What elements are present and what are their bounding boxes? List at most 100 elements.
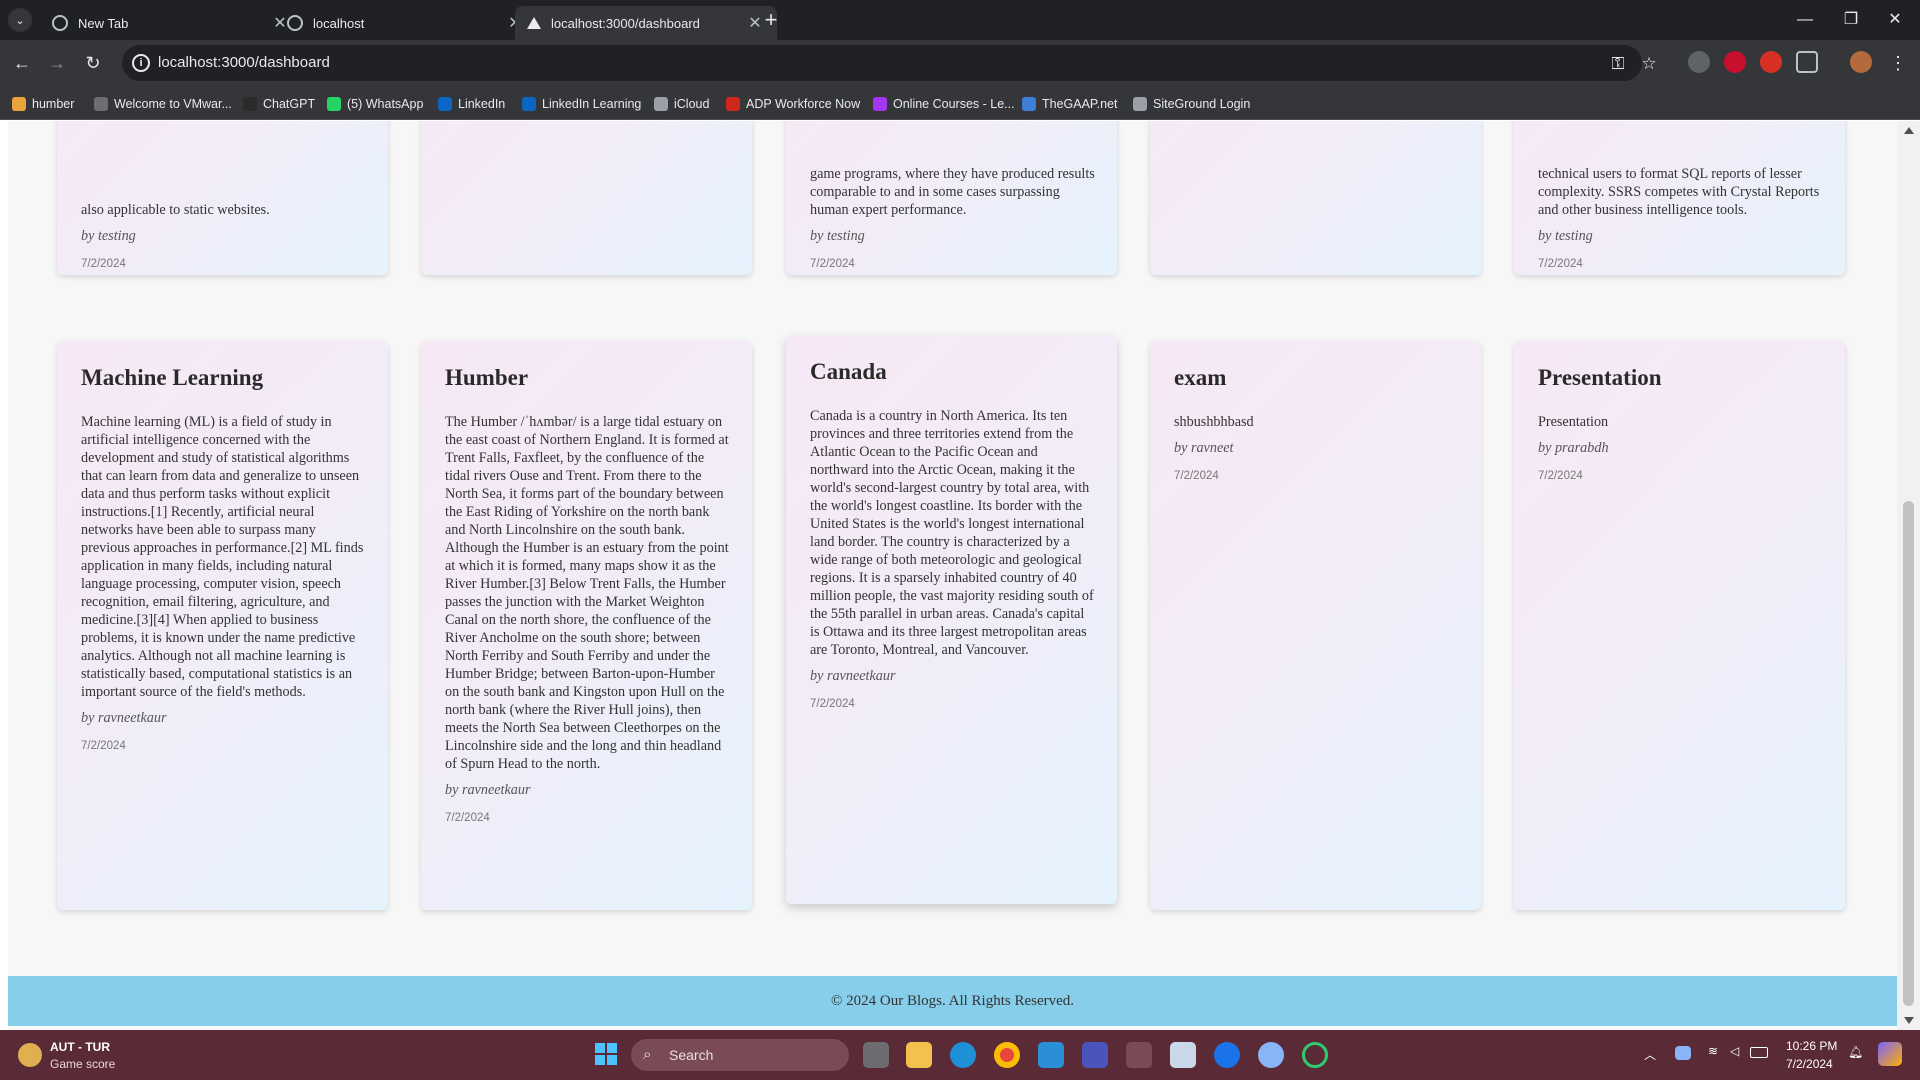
card-content: game programs, where they have produced … (810, 165, 1095, 273)
paint-icon[interactable] (1126, 1042, 1152, 1068)
clock-time[interactable]: 10:26 PM (1786, 1039, 1837, 1053)
edge-icon[interactable] (950, 1042, 976, 1068)
page-footer: © 2024 Our Blogs. All Rights Reserved. (8, 976, 1897, 1026)
address-bar[interactable]: i localhost:3000/dashboard ⚿ ☆ (122, 45, 1657, 81)
password-key-icon[interactable]: ⚿ (1608, 54, 1628, 74)
scroll-up-arrow-icon[interactable] (1904, 127, 1914, 134)
bookmark-favicon-icon (522, 97, 536, 111)
tab-new-tab[interactable]: New Tab ✕ (40, 6, 302, 40)
teams-icon[interactable] (1082, 1042, 1108, 1068)
bookmark-favicon-icon (438, 97, 452, 111)
copilot-icon[interactable] (1878, 1042, 1902, 1066)
bookmark-item[interactable]: (5) WhatsApp (327, 95, 423, 113)
card-content: Machine learning (ML) is a field of stud… (81, 413, 366, 755)
taskbar-search[interactable]: ⌕ Search (631, 1039, 849, 1071)
blog-card-presentation[interactable]: Presentation Presentation by prarabdh 7/… (1514, 341, 1845, 910)
minimize-button[interactable]: — (1790, 8, 1820, 32)
windows-start-icon[interactable] (593, 1042, 619, 1068)
card-content: The Humber /ˈhʌmbər/ is a large tidal es… (445, 413, 730, 827)
battery-icon[interactable] (1750, 1047, 1768, 1058)
bookmark-label: iCloud (674, 97, 710, 111)
puzzle-extensions-icon[interactable] (1796, 51, 1818, 73)
maps-icon[interactable] (1214, 1042, 1240, 1068)
chrome-icon[interactable] (994, 1042, 1020, 1068)
browser-menu-button[interactable]: ⋮ (1885, 50, 1911, 76)
forward-button[interactable]: → (44, 50, 70, 76)
bookmark-star-icon[interactable]: ☆ (1639, 54, 1659, 74)
file-explorer-icon[interactable] (906, 1042, 932, 1068)
dashboard-page: also applicable to static websites. by t… (8, 121, 1897, 1030)
url-text[interactable]: localhost:3000/dashboard (158, 54, 330, 71)
bookmark-item[interactable]: ADP Workforce Now (726, 95, 860, 113)
card-date: 7/2/2024 (810, 698, 855, 710)
reload-button[interactable]: ↻ (80, 50, 106, 76)
bookmark-label: ADP Workforce Now (746, 97, 861, 111)
card-date: 7/2/2024 (810, 258, 855, 270)
extension-icon[interactable] (1724, 51, 1746, 73)
extension-icon[interactable] (1688, 51, 1710, 73)
blog-card-humber[interactable]: Humber The Humber /ˈhʌmbər/ is a large t… (421, 341, 752, 910)
restore-button[interactable]: ❐ (1836, 8, 1866, 32)
card-title: Humber (445, 365, 529, 390)
blog-card[interactable]: technical users to format SQL reports of… (1514, 121, 1845, 275)
wifi-icon[interactable]: ≋ (1708, 1044, 1718, 1058)
card-content: Canada is a country in North America. It… (810, 407, 1095, 713)
bookmark-item[interactable]: Welcome to VMwar... (94, 95, 232, 113)
blog-card-canada[interactable]: Canada Canada is a country in North Amer… (786, 335, 1117, 904)
bookmark-item[interactable]: iCloud (654, 95, 709, 113)
card-content: technical users to format SQL reports of… (1538, 165, 1823, 273)
scroll-down-arrow-icon[interactable] (1904, 1017, 1914, 1024)
avatar[interactable] (1850, 51, 1872, 73)
card-body: technical users to format SQL reports of… (1538, 166, 1820, 218)
new-tab-button[interactable]: + (758, 8, 784, 34)
tab-localhost[interactable]: localhost ✕ (275, 6, 537, 40)
bookmark-item[interactable]: Online Courses - Le... (873, 95, 1015, 113)
vscode-icon[interactable] (1038, 1042, 1064, 1068)
blog-card[interactable]: also applicable to static websites. by t… (57, 121, 388, 275)
page-scrollbar[interactable] (1897, 121, 1920, 1030)
bookmark-item[interactable]: ChatGPT (243, 95, 315, 113)
back-button[interactable]: ← (9, 50, 35, 76)
scrollbar-thumb[interactable] (1903, 501, 1914, 1006)
clock-date[interactable]: 7/2/2024 (1786, 1057, 1833, 1071)
blog-card[interactable]: game programs, where they have produced … (786, 121, 1117, 275)
bookmark-item[interactable]: LinkedIn Learning (522, 95, 641, 113)
card-date: 7/2/2024 (445, 812, 490, 824)
tab-search-button[interactable]: ⌄ (8, 8, 32, 32)
blog-card-machine-learning[interactable]: Machine Learning Machine learning (ML) i… (57, 341, 388, 910)
search-placeholder: Search (669, 1047, 714, 1063)
footer-text: © 2024 Our Blogs. All Rights Reserved. (830, 993, 1075, 1009)
globe-icon (287, 15, 303, 31)
widget-title[interactable]: AUT - TUR (50, 1040, 110, 1054)
close-window-button[interactable]: ✕ (1880, 8, 1910, 32)
card-date: 7/2/2024 (1538, 470, 1583, 482)
task-view-icon[interactable] (863, 1042, 889, 1068)
blog-card-exam[interactable]: exam shbushbhbasd by ravneet 7/2/2024 (1150, 341, 1481, 910)
blog-card[interactable] (1150, 121, 1481, 275)
card-author: by ravneetkaur (445, 782, 531, 798)
card-body: shbushbhbasd (1174, 414, 1254, 430)
card-author: by testing (81, 228, 136, 244)
bookmark-favicon-icon (1133, 97, 1147, 111)
site-info-icon[interactable]: i (132, 54, 150, 72)
snipping-tool-icon[interactable] (1170, 1042, 1196, 1068)
sports-widget-icon[interactable] (18, 1043, 42, 1067)
windows-taskbar: AUT - TUR Game score ⌕ Search ︿ ≋ ◁ 10:2… (0, 1030, 1920, 1080)
onedrive-icon[interactable] (1675, 1046, 1691, 1060)
bookmark-item[interactable]: LinkedIn (438, 95, 505, 113)
card-title: Presentation (1538, 365, 1662, 390)
tab-dashboard[interactable]: localhost:3000/dashboard ✕ (515, 6, 777, 40)
bookmark-item[interactable]: TheGAAP.net (1022, 95, 1118, 113)
browser-toolbar: ← → ↻ i localhost:3000/dashboard ⚿ ☆ ⋮ (0, 40, 1920, 86)
globe-icon (52, 15, 68, 31)
chevron-up-icon[interactable]: ︿ (1644, 1046, 1656, 1063)
bookmark-label: LinkedIn Learning (542, 97, 642, 111)
extension-icon[interactable] (1760, 51, 1782, 73)
xbox-icon[interactable] (1302, 1042, 1328, 1068)
profile-r-icon[interactable] (1258, 1042, 1284, 1068)
notification-bell-icon[interactable]: 🔔︎ (1848, 1045, 1863, 1059)
volume-icon[interactable]: ◁ (1730, 1044, 1739, 1058)
bookmark-item[interactable]: SiteGround Login (1133, 95, 1250, 113)
bookmark-item[interactable]: humber (12, 95, 74, 113)
blog-card[interactable] (421, 121, 752, 275)
